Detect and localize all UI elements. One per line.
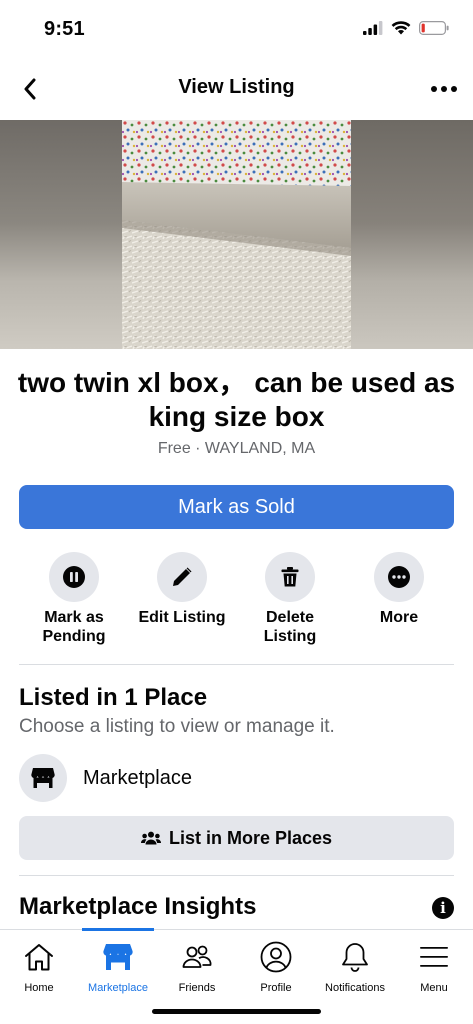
home-icon <box>25 944 53 971</box>
tab-label: Home <box>24 982 54 994</box>
pencil-icon <box>173 567 192 586</box>
insights-section-title: Marketplace Insights <box>19 893 257 920</box>
home-indicator <box>152 1009 321 1014</box>
tab-menu[interactable]: Menu <box>394 940 473 994</box>
action-label: More <box>379 609 419 626</box>
action-circle <box>49 552 99 602</box>
bell-icon <box>342 943 368 972</box>
status-time: 9:51 <box>44 18 85 40</box>
tab-label: Profile <box>260 982 292 994</box>
action-circle <box>157 552 207 602</box>
mark-as-sold-label: Mark as Sold <box>178 495 295 518</box>
action-label: Mark as Pending <box>42 609 106 645</box>
more-icon <box>388 566 410 588</box>
divider <box>19 875 454 876</box>
delete-listing-button[interactable]: Delete Listing <box>235 552 345 646</box>
page-title: View Listing <box>178 76 295 98</box>
edit-listing-button[interactable]: Edit Listing <box>127 552 237 627</box>
marketplace-listing-row[interactable]: Marketplace <box>19 754 454 802</box>
tab-marketplace[interactable]: Marketplace <box>78 940 158 994</box>
divider <box>19 664 454 665</box>
status-bar: 9:51 <box>0 0 473 58</box>
action-label: Delete Listing <box>263 609 317 645</box>
photo-blur-right <box>351 120 473 349</box>
cellular-signal-icon <box>363 20 383 35</box>
battery-icon <box>419 20 449 35</box>
active-tab-indicator <box>82 928 154 931</box>
marketplace-icon <box>103 944 133 970</box>
profile-icon <box>260 941 292 973</box>
trash-icon <box>281 567 299 587</box>
tab-friends[interactable]: Friends <box>157 940 237 994</box>
info-icon[interactable]: i <box>432 897 454 919</box>
pause-icon <box>63 566 85 588</box>
action-label: Edit Listing <box>138 609 226 626</box>
listing-photo-image <box>122 120 351 349</box>
listing-photo[interactable] <box>0 120 473 349</box>
listing-price-location: Free · WAYLAND, MA <box>157 440 316 457</box>
tab-label: Marketplace <box>88 982 148 994</box>
marketplace-avatar <box>19 754 67 802</box>
storefront-icon <box>31 768 55 788</box>
marketplace-label: Marketplace <box>83 766 192 789</box>
listed-section-subtitle: Choose a listing to view or manage it. <box>19 716 335 737</box>
tab-label: Notifications <box>325 982 385 994</box>
nav-bar: View Listing <box>0 62 473 116</box>
listed-section-title: Listed in 1 Place <box>19 684 208 711</box>
friends-icon <box>182 945 212 968</box>
tab-label: Friends <box>178 982 216 994</box>
action-circle <box>265 552 315 602</box>
ellipsis-icon <box>431 86 457 92</box>
action-circle <box>374 552 424 602</box>
tab-home[interactable]: Home <box>0 940 79 994</box>
people-icon <box>140 831 161 845</box>
list-in-more-places-label: List in More Places <box>168 827 333 848</box>
status-icons <box>363 20 449 35</box>
list-in-more-places-button[interactable]: List in More Places <box>19 816 454 860</box>
tab-notifications[interactable]: Notifications <box>315 940 395 994</box>
wifi-icon <box>391 21 411 35</box>
more-options-button[interactable] <box>429 78 459 100</box>
tab-profile[interactable]: Profile <box>236 940 316 994</box>
more-actions-button[interactable]: More <box>344 552 454 627</box>
listing-title: two twin xl box， can be used as king siz… <box>17 367 456 432</box>
mark-as-sold-button[interactable]: Mark as Sold <box>19 485 454 529</box>
menu-icon <box>420 947 448 967</box>
mark-as-pending-button[interactable]: Mark as Pending <box>19 552 129 646</box>
photo-blur-left <box>0 120 122 349</box>
tab-label: Menu <box>420 982 448 994</box>
